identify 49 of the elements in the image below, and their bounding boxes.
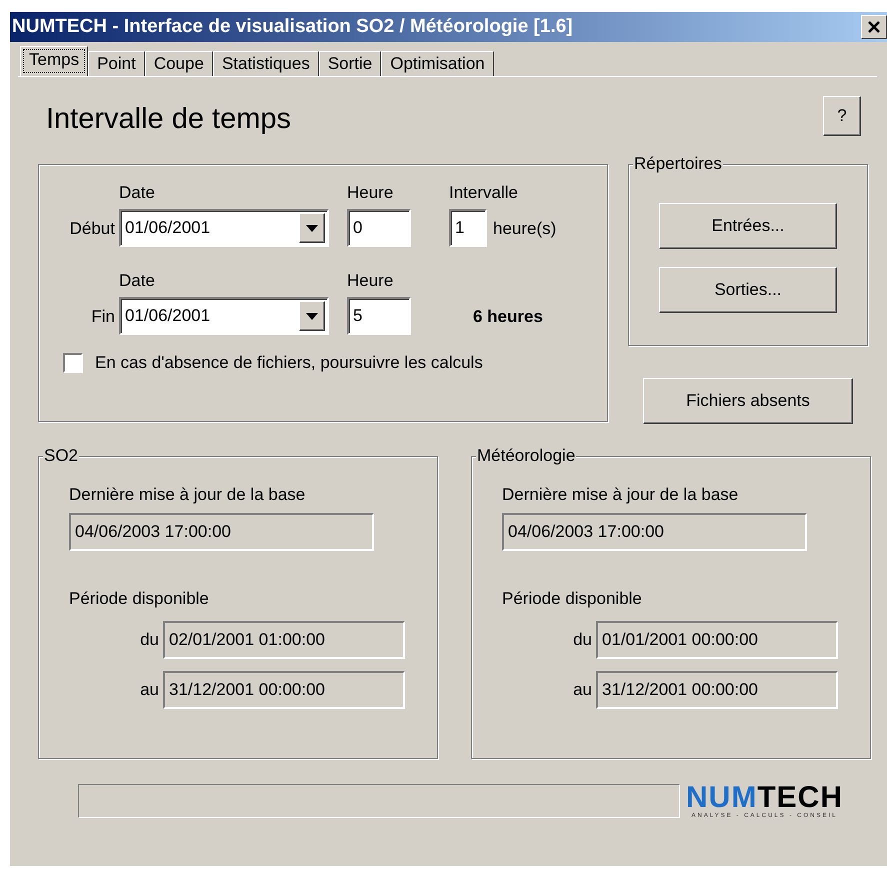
date-label: Date <box>119 183 156 204</box>
hour-field[interactable]: 5 <box>347 297 411 335</box>
to-field: 31/12/2001 00:00:00 <box>163 671 405 709</box>
tab[interactable]: Temps <box>20 46 88 76</box>
tab[interactable]: Sortie <box>318 51 382 76</box>
window-title: NUMTECH - Interface de visualisation SO2 / Météorologie [1.6] <box>12 16 573 38</box>
update-field: 04/06/2003 17:00:00 <box>502 513 807 551</box>
checkbox-label: En cas d'absence de fichiers, poursuivre les calculs <box>95 353 483 373</box>
to-label: au <box>139 680 159 700</box>
interval-label: Intervalle <box>449 183 519 204</box>
date-label: Date <box>119 271 156 292</box>
help-button[interactable]: ? <box>823 96 861 136</box>
hour-field[interactable]: 0 <box>347 209 411 247</box>
directory-button[interactable]: Entrées... <box>659 203 837 249</box>
update-label: Dernière mise à jour de la base <box>69 485 306 505</box>
date-dropdown[interactable]: 01/06/2001 <box>119 297 329 335</box>
hour-label: Heure <box>347 183 394 204</box>
hour-label: Heure <box>347 271 394 292</box>
interval-field[interactable]: 1 <box>449 209 487 247</box>
row-label: Début <box>68 219 116 240</box>
duration-text: 6 heures <box>472 307 544 328</box>
tab[interactable]: Optimisation <box>381 51 494 76</box>
tab[interactable]: Coupe <box>144 51 213 76</box>
missing-files-button[interactable]: Fichiers absents <box>643 378 853 424</box>
from-label: du <box>139 630 159 650</box>
close-icon <box>868 20 880 32</box>
to-field: 31/12/2001 00:00:00 <box>596 671 838 709</box>
from-label: du <box>572 630 592 650</box>
from-field: 02/01/2001 01:00:00 <box>163 621 405 659</box>
tab[interactable]: Statistiques <box>212 51 319 76</box>
logo-wordmark: NUMTECH <box>686 783 843 813</box>
checkbox[interactable] <box>63 353 83 373</box>
dropdown-arrow-icon <box>306 224 318 232</box>
update-field: 04/06/2003 17:00:00 <box>69 513 374 551</box>
group-title: Répertoires <box>633 154 723 174</box>
period-label: Période disponible <box>502 589 643 609</box>
unit-label: heure(s) <box>492 219 556 240</box>
row-label: Fin <box>90 307 116 328</box>
from-field: 01/01/2001 00:00:00 <box>596 621 838 659</box>
directory-button[interactable]: Sorties... <box>659 267 837 313</box>
update-label: Dernière mise à jour de la base <box>502 485 740 505</box>
group-title: Météorologie <box>476 446 576 466</box>
to-label: au <box>572 680 592 700</box>
dropdown-arrow-icon <box>306 312 318 320</box>
tab[interactable]: Point <box>88 51 145 76</box>
date-dropdown[interactable]: 01/06/2001 <box>119 209 329 247</box>
close-button[interactable] <box>861 15 887 39</box>
period-label: Période disponible <box>69 589 210 609</box>
section-heading: Intervalle de temps <box>46 103 292 136</box>
